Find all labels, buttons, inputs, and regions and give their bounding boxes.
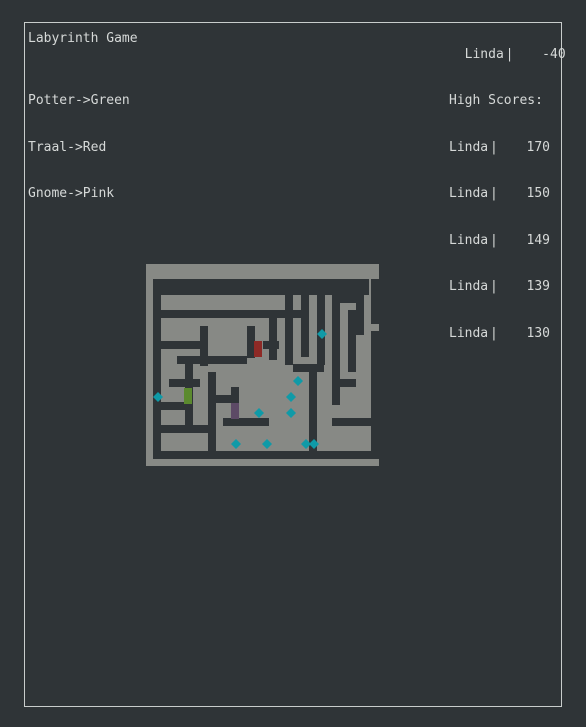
labyrinth-maze — [146, 264, 379, 466]
gnome-marker — [231, 403, 239, 419]
maze-corridor — [301, 295, 309, 357]
maze-corridor — [153, 451, 372, 459]
high-score-separator: | — [490, 325, 498, 341]
high-score-value: 149 — [526, 232, 550, 248]
high-score-separator: | — [490, 186, 498, 201]
high-score-name: Linda — [449, 232, 489, 248]
maze-corridor — [332, 325, 340, 405]
maze-corridor — [153, 279, 161, 454]
maze-corridor — [208, 372, 216, 452]
maze-corridor — [293, 364, 324, 372]
high-scores: High Scores: Linda | 170 Linda | 150 Linda | 1… — [449, 62, 550, 357]
high-score-row: Linda | 130 — [449, 326, 550, 342]
maze-corridor — [371, 279, 379, 324]
current-player-score: Linda | -40 — [449, 31, 566, 62]
high-score-value: 150 — [526, 186, 550, 201]
high-score-value: 130 — [526, 325, 550, 341]
high-score-value: 139 — [526, 279, 550, 294]
high-score-name: Linda — [449, 279, 489, 294]
high-score-row: Linda | 149 — [449, 233, 550, 249]
high-score-separator: | — [490, 232, 498, 248]
maze-corridor — [263, 341, 279, 349]
maze-corridor — [348, 310, 356, 372]
maze-corridor — [200, 326, 208, 366]
maze-corridor — [356, 295, 364, 335]
maze-corridor — [161, 425, 208, 433]
maze-corridor — [169, 379, 200, 387]
maze-corridor — [223, 418, 269, 426]
legend-gnome: Gnome->Pink — [28, 186, 115, 201]
legend-potter: Potter->Green — [28, 93, 130, 108]
maze-corridor — [153, 279, 369, 295]
high-score-separator: | — [490, 279, 498, 294]
high-score-value: 170 — [526, 139, 550, 155]
maze-corridor — [161, 341, 200, 349]
maze-corridor — [285, 295, 293, 365]
maze-corridor — [340, 295, 356, 303]
maze-corridor — [332, 295, 340, 325]
maze-corridor — [216, 395, 239, 403]
player-separator: | — [505, 46, 514, 62]
maze-corridor — [247, 326, 255, 358]
traal-marker — [254, 341, 262, 357]
legend-traal: Traal->Red — [28, 139, 107, 155]
high-score-row: Linda | 170 — [449, 140, 550, 156]
character-legend: Potter->Green Traal->Red Gnome->Pink — [28, 62, 130, 217]
high-score-name: Linda — [449, 139, 489, 155]
high-score-row: Linda | 150 — [449, 186, 550, 202]
high-scores-heading: High Scores: — [449, 93, 543, 108]
game-title: Labyrinth Game — [28, 31, 138, 46]
maze-corridor — [371, 331, 379, 459]
high-score-name: Linda — [449, 325, 489, 341]
high-score-row: Linda | 139 — [449, 279, 550, 295]
potter-marker — [184, 388, 192, 404]
player-name: Linda — [464, 46, 504, 62]
high-score-separator: | — [490, 139, 498, 155]
player-score: -40 — [542, 46, 566, 62]
high-score-name: Linda — [449, 186, 489, 201]
maze-corridor — [340, 379, 356, 387]
maze-corridor — [269, 310, 277, 360]
maze-corridor — [332, 418, 371, 426]
maze-corridor — [161, 310, 301, 318]
